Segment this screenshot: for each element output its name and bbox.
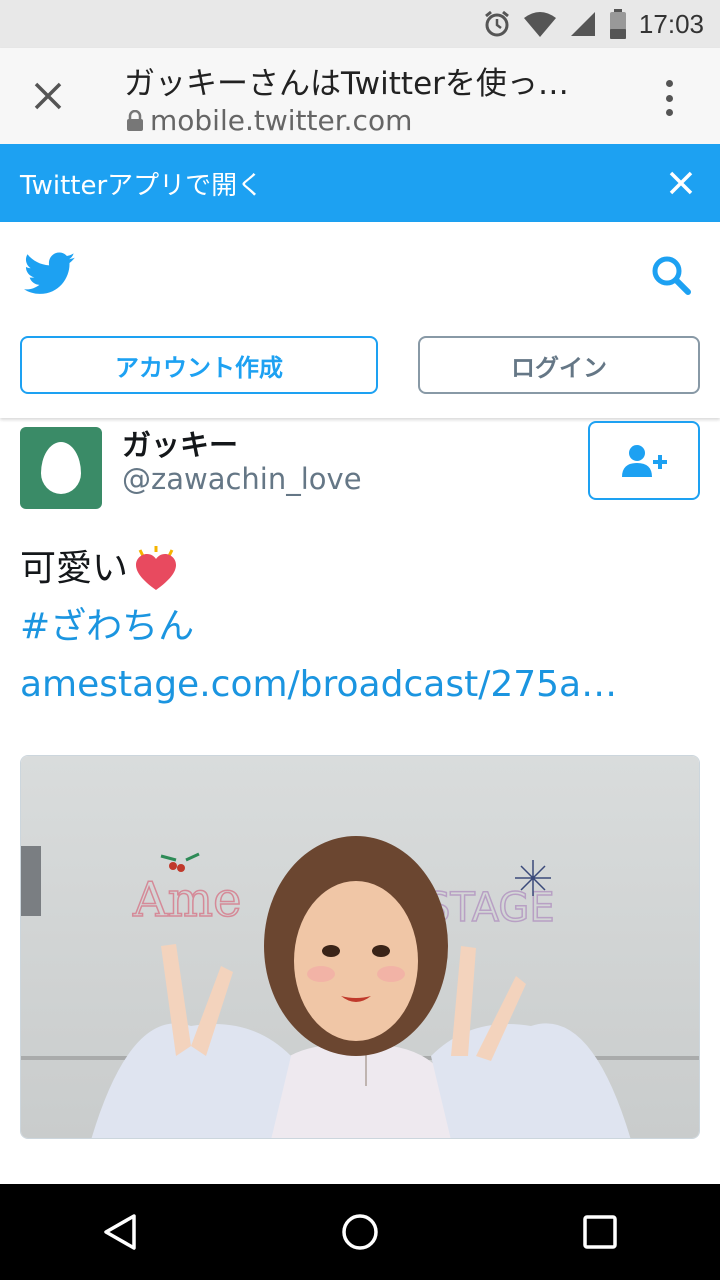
tweet-line-1: 可愛い <box>20 540 710 598</box>
follow-button[interactable] <box>588 421 700 500</box>
more-vert-icon[interactable] <box>654 78 684 118</box>
follow-icon <box>622 444 667 477</box>
signal-icon <box>569 10 597 38</box>
media-photo: Ame STAGE <box>21 756 699 1138</box>
banner-text: Twitterアプリで開く <box>20 170 264 201</box>
browser-toolbar: ガッキーさんはTwitterを使っ… mobile.twitter.com <box>0 48 720 144</box>
nav-back-button[interactable] <box>72 1184 168 1280</box>
page-title: ガッキーさんはTwitterを使っ… <box>124 66 569 102</box>
status-time: 17:03 <box>638 8 704 39</box>
tweet-media-image[interactable]: Ame STAGE <box>20 755 700 1139</box>
close-tab-button[interactable] <box>18 70 78 122</box>
nav-back-icon <box>104 1214 136 1250</box>
twitter-bird-icon[interactable] <box>24 252 76 296</box>
close-icon[interactable] <box>668 170 694 196</box>
url-text: mobile.twitter.com <box>150 104 413 137</box>
system-nav-bar <box>0 1184 720 1280</box>
tweet-text-line: 可愛い <box>20 548 129 589</box>
status-bar: 17:03 <box>0 0 720 48</box>
page-url[interactable]: mobile.twitter.com <box>126 104 412 137</box>
nav-recents-icon <box>583 1215 617 1249</box>
hashtag-link[interactable]: #ざわちん <box>20 598 194 656</box>
heart-emoji <box>136 546 177 590</box>
close-icon <box>34 82 62 110</box>
url-link[interactable]: amestage.com/broadcast/275a… <box>20 656 617 714</box>
wifi-icon <box>523 10 557 38</box>
battery-icon <box>609 9 627 39</box>
open-in-app-banner[interactable]: Twitterアプリで開く <box>0 144 720 222</box>
egg-avatar-icon <box>41 442 81 494</box>
media-overlay-left: Ame <box>132 872 242 928</box>
tweet-line-2: #ざわちん <box>20 598 710 656</box>
avatar[interactable] <box>20 427 102 509</box>
username[interactable]: @zawachin_love <box>122 462 362 496</box>
nav-recents-button[interactable] <box>552 1184 648 1280</box>
twitter-header: アカウント作成 ログイン <box>0 222 720 418</box>
login-button[interactable]: ログイン <box>418 336 700 394</box>
nav-home-icon <box>342 1214 378 1250</box>
tweet-text: 可愛い #ざわちん amestage.com/broadcast/275a… <box>20 540 710 714</box>
signup-button[interactable]: アカウント作成 <box>20 336 378 394</box>
tweet-line-3: amestage.com/broadcast/275a… <box>20 656 710 714</box>
lock-icon <box>127 109 143 131</box>
nav-home-button[interactable] <box>312 1184 408 1280</box>
search-icon[interactable] <box>650 254 692 296</box>
alarm-icon <box>483 10 511 38</box>
display-name[interactable]: ガッキー <box>122 422 238 464</box>
